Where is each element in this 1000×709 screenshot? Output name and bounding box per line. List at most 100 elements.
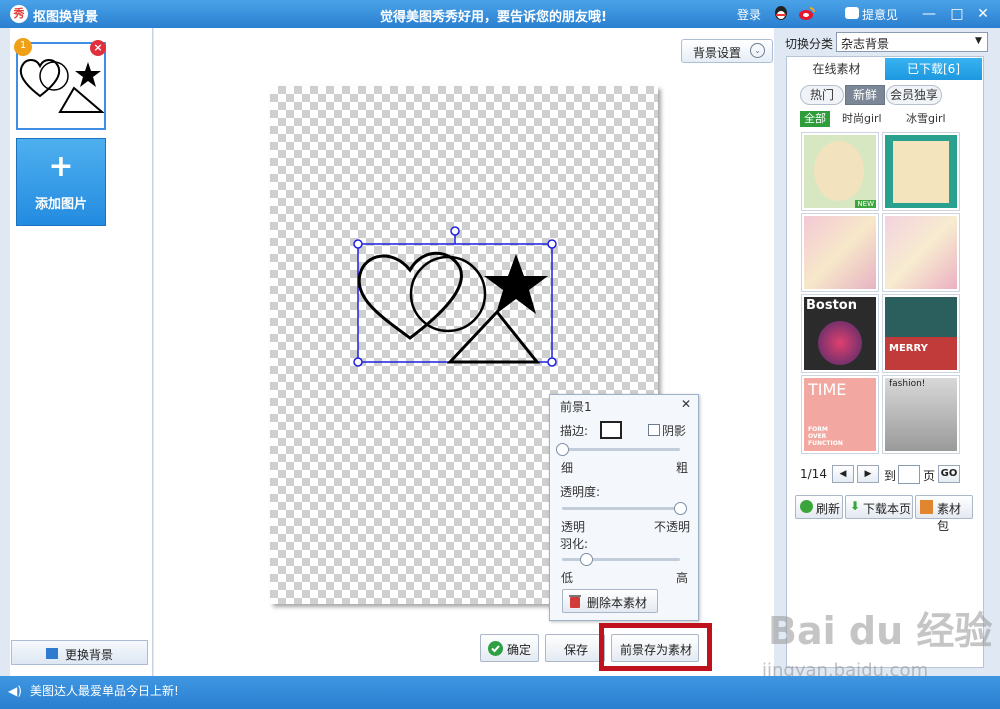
thick-label: 粗 xyxy=(676,461,689,475)
package-icon xyxy=(920,500,933,514)
shadow-checkbox[interactable] xyxy=(648,424,660,436)
speaker-icon: ◀) xyxy=(8,684,22,698)
maximize-button[interactable]: □ xyxy=(946,3,968,25)
delete-asset-label: 删除本素材 xyxy=(587,596,648,610)
weibo-icon[interactable] xyxy=(798,5,816,22)
status-bar: ◀) 美图达人最爱单品今日上新! xyxy=(0,676,1000,709)
thin-label: 细 xyxy=(561,461,574,475)
page-number-input[interactable] xyxy=(898,465,920,484)
next-page-button[interactable]: ▶ xyxy=(857,465,879,483)
category-select[interactable]: 杂志背景 ▼ xyxy=(836,32,988,52)
subcategory-fashion-girl[interactable]: 时尚girl xyxy=(842,111,882,127)
change-background-button[interactable]: 更换背景 xyxy=(11,640,148,665)
close-panel-icon[interactable]: ✕ xyxy=(681,397,691,411)
foreground-object[interactable] xyxy=(352,224,558,370)
asset-thumbnail[interactable] xyxy=(801,213,879,292)
star-shape xyxy=(484,254,548,314)
filter-new[interactable]: 新鲜 xyxy=(845,85,885,105)
new-badge: NEW xyxy=(855,200,876,208)
status-announcement[interactable]: 美图达人最爱单品今日上新! xyxy=(30,682,179,699)
asset-thumbnail[interactable]: TIME FORM OVER FUNCTION xyxy=(801,375,879,454)
asset-thumbnail[interactable]: MERRY xyxy=(882,294,960,373)
feedback-link[interactable]: 提意见 xyxy=(862,6,898,23)
save-label: 保存 xyxy=(564,643,589,657)
thumbnail-index-badge: 1 xyxy=(14,38,32,56)
go-button[interactable]: GO xyxy=(938,465,960,483)
stroke-slider-knob[interactable] xyxy=(556,443,569,456)
background-settings-button[interactable]: 背景设置 ⌄ xyxy=(681,39,773,63)
background-settings-label: 背景设置 xyxy=(693,46,742,60)
asset-pack-button[interactable]: 素材包 xyxy=(915,495,973,533)
add-image-button[interactable]: + 添加图片 xyxy=(16,138,106,226)
asset-pack-label: 素材包 xyxy=(937,502,962,533)
foreground-thumbnail-image xyxy=(19,59,105,113)
minimize-button[interactable]: — xyxy=(918,3,940,25)
asset-thumbnail[interactable] xyxy=(882,213,960,292)
stroke-slider-track[interactable] xyxy=(562,448,680,451)
save-foreground-label: 前景存为素材 xyxy=(620,643,693,657)
feather-label: 羽化: xyxy=(560,537,589,551)
thumbnail-subtitle: FORM OVER FUNCTION xyxy=(808,426,843,447)
thumbnail-title: MERRY xyxy=(889,343,928,354)
foreground-thumbnail[interactable] xyxy=(16,42,106,130)
slogan-link[interactable]: 觉得美图秀秀好用，要告诉您的朋友哦! xyxy=(380,6,607,25)
confirm-label: 确定 xyxy=(507,643,532,657)
subcategory-ice-girl[interactable]: 冰雪girl xyxy=(906,111,946,127)
thumbnail-title: TIME xyxy=(808,380,847,399)
delete-asset-button[interactable]: 删除本素材 xyxy=(562,589,658,613)
refresh-icon xyxy=(800,500,813,513)
picture-icon xyxy=(46,648,58,659)
stroke-color-swatch[interactable] xyxy=(600,421,622,439)
filter-vip[interactable]: 会员独享 xyxy=(886,85,942,105)
close-window-button[interactable]: ✕ xyxy=(972,3,994,25)
opacity-slider-knob[interactable] xyxy=(674,502,687,515)
login-link[interactable]: 登录 xyxy=(737,6,761,23)
feather-slider-knob[interactable] xyxy=(579,553,593,566)
tab-downloaded-assets[interactable]: 已下载[6] xyxy=(885,58,982,80)
download-page-button[interactable]: ⬇ 下载本页 xyxy=(845,495,913,519)
save-button[interactable]: 保存 xyxy=(545,634,605,662)
category-label: 切换分类 xyxy=(785,37,834,51)
confirm-button[interactable]: 确定 xyxy=(480,634,539,662)
filter-hot[interactable]: 热门 xyxy=(800,85,844,105)
rotate-handle[interactable] xyxy=(450,226,460,236)
asset-thumbnail[interactable]: fashion! xyxy=(882,375,960,454)
circle-shape xyxy=(409,255,487,333)
thumbnail-title: Boston xyxy=(806,298,857,313)
app-title: 抠图换背景 xyxy=(33,10,99,25)
qq-icon[interactable] xyxy=(773,5,789,22)
refresh-button[interactable]: 刷新 xyxy=(795,495,843,519)
delete-thumbnail-button[interactable]: × xyxy=(90,40,106,56)
download-arrow-icon: ⬇ xyxy=(850,499,861,513)
page-indicator: 1/14 xyxy=(800,467,827,481)
feedback-icon[interactable] xyxy=(845,7,859,19)
thumbnail-title: fashion! xyxy=(889,379,926,389)
subcategory-all[interactable]: 全部 xyxy=(800,111,830,127)
opacity-label: 透明度: xyxy=(560,485,601,499)
resize-handle-bottom-left[interactable] xyxy=(353,357,363,367)
title-bar: 秀 抠图换背景 觉得美图秀秀好用，要告诉您的朋友哦! 登录 提意见 — □ ✕ xyxy=(0,0,1000,28)
resize-handle-top-left[interactable] xyxy=(353,239,363,249)
low-label: 低 xyxy=(561,571,574,585)
transparent-label: 透明 xyxy=(561,520,586,534)
opacity-slider-track[interactable] xyxy=(562,507,680,510)
add-image-label: 添加图片 xyxy=(34,197,87,212)
plus-icon: + xyxy=(48,149,74,184)
prev-page-button[interactable]: ◀ xyxy=(832,465,854,483)
panel-title: 前景1 xyxy=(560,400,592,414)
download-page-label: 下载本页 xyxy=(863,502,912,516)
resize-handle-top-right[interactable] xyxy=(547,239,557,249)
trash-icon xyxy=(569,595,581,608)
tab-online-assets[interactable]: 在线素材 xyxy=(788,58,885,80)
dropdown-arrow-icon: ▼ xyxy=(975,36,982,46)
refresh-label: 刷新 xyxy=(816,502,841,516)
goto-label: 到 xyxy=(884,469,897,483)
shadow-label: 阴影 xyxy=(662,424,687,438)
asset-thumbnail[interactable]: NEW xyxy=(801,132,879,211)
resize-handle-bottom-right[interactable] xyxy=(547,357,557,367)
asset-thumbnail[interactable] xyxy=(882,132,960,211)
change-background-label: 更换背景 xyxy=(65,648,114,662)
chevron-down-icon: ⌄ xyxy=(750,43,765,58)
asset-thumbnail[interactable]: Boston xyxy=(801,294,879,373)
save-foreground-as-asset-button[interactable]: 前景存为素材 xyxy=(611,634,699,662)
